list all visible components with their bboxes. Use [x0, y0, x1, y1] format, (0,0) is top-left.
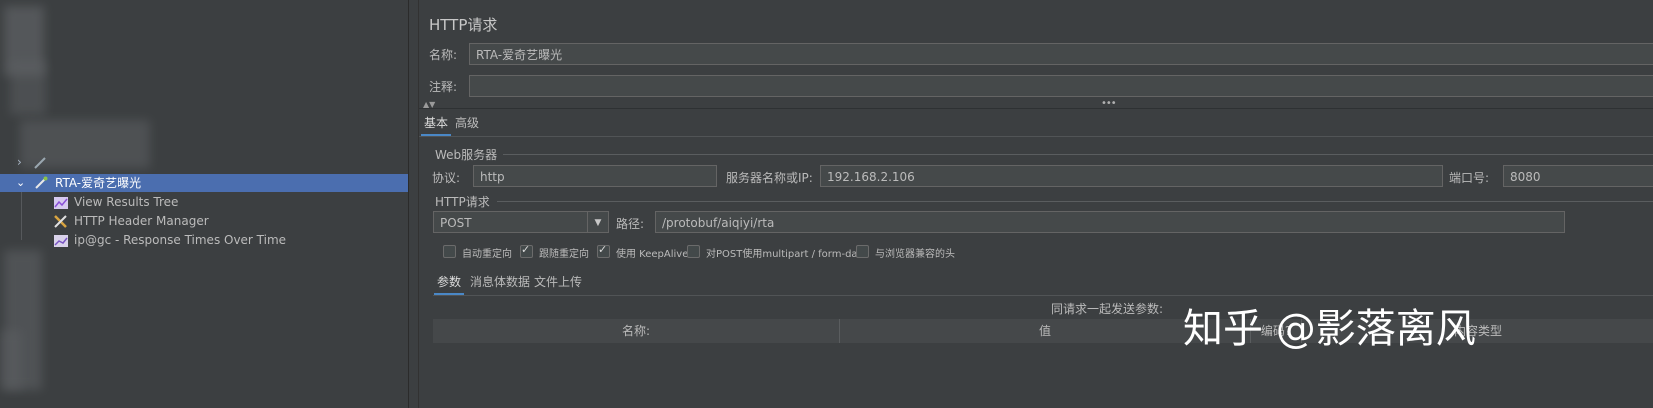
follow-redirect-checkbox[interactable]: [520, 243, 533, 258]
method-value: POST: [440, 216, 472, 230]
tab-body-data[interactable]: 消息体数据: [467, 271, 533, 293]
path-field[interactable]: /protobuf/aiqiyi/rta: [655, 211, 1565, 233]
divider: [497, 201, 1653, 202]
divider: [419, 136, 1653, 137]
tree-child-label: View Results Tree: [74, 195, 179, 209]
tree-child-header-manager[interactable]: HTTP Header Manager: [0, 212, 408, 230]
chevron-right-icon[interactable]: ›: [17, 153, 22, 171]
view-results-tree-icon: [54, 196, 68, 209]
name-label: 名称:: [429, 48, 458, 62]
tree-node-label: RTA-爱奇艺曝光: [55, 176, 142, 190]
browser-headers-checkbox[interactable]: [856, 245, 869, 258]
tab-advanced[interactable]: 高级: [452, 112, 482, 134]
chevron-down-icon[interactable]: ⌄: [16, 174, 25, 192]
keepalive-label: 使用 KeepAlive: [616, 249, 689, 260]
multipart-checkbox[interactable]: [687, 245, 700, 258]
server-field[interactable]: 192.168.2.106: [820, 165, 1443, 187]
comment-field[interactable]: [469, 75, 1653, 97]
send-params-label: 同请求一起发送参数:: [1051, 302, 1164, 316]
tab-parameters[interactable]: 参数: [434, 271, 465, 296]
follow-redirect-label: 跟随重定向: [539, 249, 589, 260]
header-manager-icon: [53, 214, 68, 229]
tab-file-upload[interactable]: 文件上传: [531, 271, 585, 293]
test-plan-tree[interactable]: › ⌄ RTA-爱奇艺曝光 View Results Tree HTTP Hea…: [0, 0, 409, 408]
multipart-label: 对POST使用multipart / form-data: [706, 249, 868, 260]
page-title: HTTP请求: [429, 16, 498, 34]
port-label: 端口号:: [1449, 171, 1490, 185]
http-request-section-label: HTTP请求: [435, 195, 490, 209]
path-label: 路径:: [616, 217, 645, 231]
server-label: 服务器名称或IP:: [726, 171, 813, 185]
http-sampler-icon: [34, 176, 48, 190]
tree-node-collapsed[interactable]: ›: [0, 153, 408, 171]
tree-node-selected[interactable]: ⌄ RTA-爱奇艺曝光: [0, 174, 408, 192]
tree-child-response-times[interactable]: ip@gc - Response Times Over Time: [0, 231, 408, 249]
tree-child-label: HTTP Header Manager: [74, 214, 209, 228]
auto-redirect-label: 自动重定向: [462, 249, 512, 260]
port-field[interactable]: 8080: [1503, 165, 1653, 187]
browser-headers-label: 与浏览器兼容的头: [875, 249, 955, 260]
divider: [503, 154, 1653, 155]
watermark: 知乎 @影落离风: [1183, 306, 1476, 352]
protocol-label: 协议:: [432, 171, 461, 185]
graph-icon: [54, 234, 68, 247]
tab-basic[interactable]: 基本: [421, 112, 452, 137]
chevron-down-icon[interactable]: ▼: [587, 212, 608, 232]
tree-child-view-results[interactable]: View Results Tree: [0, 193, 408, 211]
divider: [419, 108, 1653, 109]
keepalive-checkbox[interactable]: [597, 243, 610, 258]
web-server-section-label: Web服务器: [435, 148, 498, 162]
sampler-icon: [34, 156, 46, 169]
column-header-name[interactable]: 名称:: [433, 319, 840, 343]
protocol-field[interactable]: http: [473, 165, 717, 187]
name-field[interactable]: RTA-爱奇艺曝光: [469, 43, 1653, 65]
comment-label: 注释:: [429, 80, 458, 94]
tree-child-label: ip@gc - Response Times Over Time: [74, 233, 287, 247]
auto-redirect-checkbox[interactable]: [443, 245, 456, 258]
method-select[interactable]: POST ▼: [433, 211, 609, 233]
